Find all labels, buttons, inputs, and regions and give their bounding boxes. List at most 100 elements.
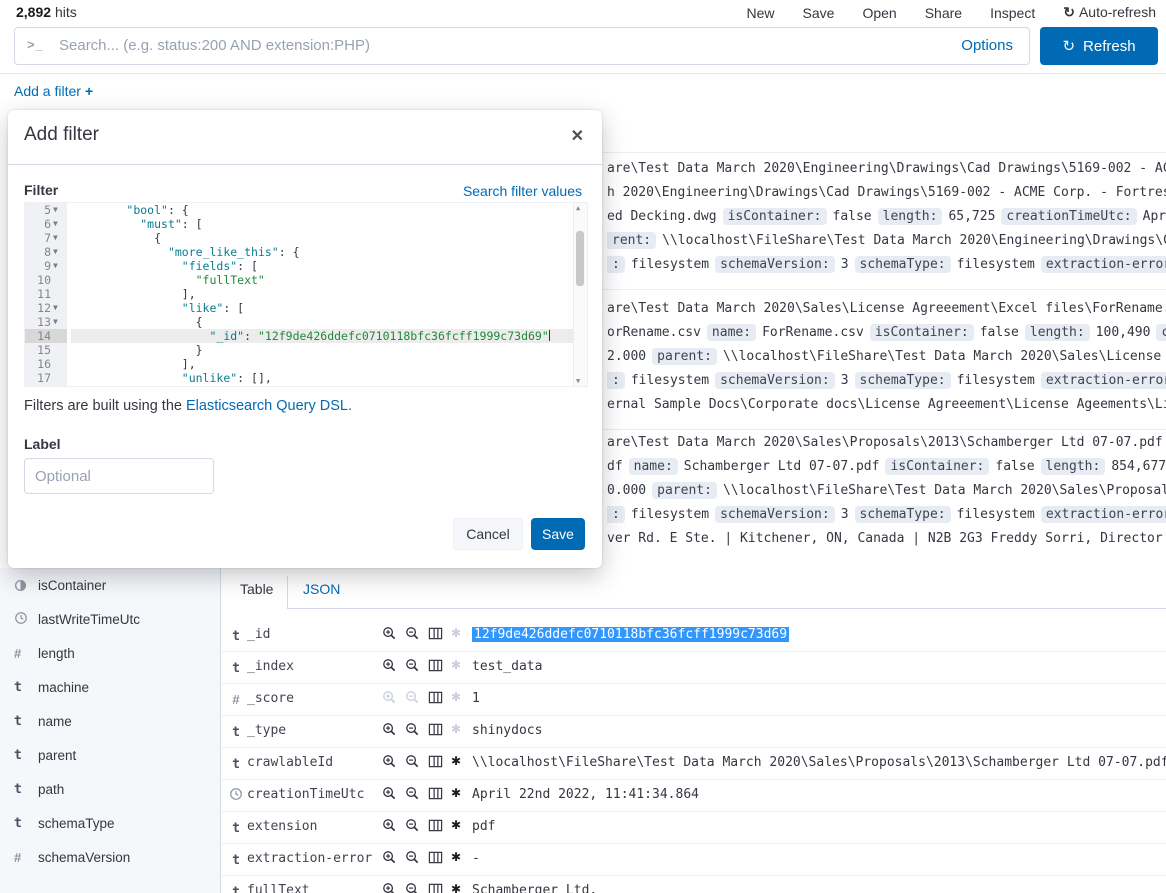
search-bar[interactable]: >_ Search... (e.g. status:200 AND extens… bbox=[14, 27, 1030, 65]
filter-label-input[interactable] bbox=[24, 458, 214, 494]
field-value-text: false bbox=[980, 325, 1019, 340]
filter-for-field-present-icon[interactable]: ✱ bbox=[451, 786, 465, 801]
filter-for-field-present-icon[interactable]: ✱ bbox=[451, 754, 465, 769]
toggle-column-icon[interactable] bbox=[428, 786, 443, 801]
editor-line-15[interactable]: 15 } bbox=[25, 343, 587, 357]
field-value-text: \\localhost\FileShare\Test Data March 20… bbox=[723, 349, 1166, 364]
filter-out-value-icon[interactable] bbox=[405, 850, 420, 865]
toggle-column-icon[interactable] bbox=[428, 754, 443, 769]
save-button[interactable]: Save bbox=[531, 518, 585, 550]
add-a-filter-link[interactable]: Add a filter+ bbox=[14, 83, 93, 99]
options-link[interactable]: Options bbox=[961, 37, 1013, 54]
editor-line-11[interactable]: 11 ], bbox=[25, 287, 587, 301]
cancel-button[interactable]: Cancel bbox=[453, 518, 523, 550]
sidebar-item-isContainer[interactable]: isContainer bbox=[0, 568, 220, 602]
filter-for-value-icon[interactable] bbox=[382, 818, 397, 833]
filter-for-field-present-icon[interactable]: ✱ bbox=[451, 722, 465, 737]
sidebar-item-machine[interactable]: tmachine bbox=[0, 670, 220, 704]
fold-arrow-icon[interactable]: ▼ bbox=[53, 301, 65, 315]
field-value: shinydocs bbox=[472, 723, 542, 738]
editor-line-8[interactable]: 8▼ "more_like_this": { bbox=[25, 245, 587, 259]
filter-out-value-icon bbox=[405, 690, 420, 705]
field-value-text: filesystem bbox=[957, 373, 1035, 388]
filter-out-value-icon[interactable] bbox=[405, 754, 420, 769]
fold-arrow-icon[interactable]: ▼ bbox=[53, 315, 65, 329]
editor-line-5[interactable]: 5▼ "bool": { bbox=[25, 203, 587, 217]
query-dsl-editor[interactable]: 5▼ "bool": {6▼ "must": [7▼ {8▼ "more_lik… bbox=[24, 202, 588, 387]
nav-new[interactable]: New bbox=[747, 5, 775, 21]
tab-json[interactable]: JSON bbox=[303, 581, 340, 597]
editor-line-6[interactable]: 6▼ "must": [ bbox=[25, 217, 587, 231]
text-field-icon: t bbox=[14, 816, 22, 831]
boolean-field-icon bbox=[14, 579, 38, 592]
elasticsearch-dsl-link[interactable]: Elasticsearch Query DSL. bbox=[186, 398, 352, 414]
editor-scrollbar[interactable]: ▲ ▼ bbox=[573, 203, 587, 386]
text-field-icon: t bbox=[232, 885, 240, 893]
filter-out-value-icon[interactable] bbox=[405, 786, 420, 801]
filter-for-value-icon[interactable] bbox=[382, 850, 397, 865]
fold-arrow-icon[interactable]: ▼ bbox=[53, 231, 65, 245]
toggle-column-icon[interactable] bbox=[428, 818, 443, 833]
nav-share[interactable]: Share bbox=[925, 5, 962, 21]
fold-arrow-icon[interactable]: ▼ bbox=[53, 259, 65, 273]
editor-line-13[interactable]: 13▼ { bbox=[25, 315, 587, 329]
scrollbar-thumb[interactable] bbox=[576, 231, 584, 286]
close-icon[interactable]: ✕ bbox=[571, 126, 584, 146]
filter-for-value-icon[interactable] bbox=[382, 754, 397, 769]
toggle-column-icon[interactable] bbox=[428, 850, 443, 865]
toggle-column-icon[interactable] bbox=[428, 722, 443, 737]
filter-for-value-icon[interactable] bbox=[382, 722, 397, 737]
sidebar-item-path[interactable]: tpath bbox=[0, 772, 220, 806]
filter-for-value-icon[interactable] bbox=[382, 658, 397, 673]
sidebar-item-length[interactable]: #length bbox=[0, 636, 220, 670]
filter-for-field-present-icon[interactable]: ✱ bbox=[451, 626, 465, 641]
toggle-column-icon[interactable] bbox=[428, 626, 443, 641]
sidebar-item-parent[interactable]: tparent bbox=[0, 738, 220, 772]
toggle-column-icon[interactable] bbox=[428, 690, 443, 705]
filter-for-field-present-icon[interactable]: ✱ bbox=[451, 850, 465, 865]
auto-refresh-button[interactable]: ↻Auto-refresh bbox=[1063, 4, 1156, 21]
row-actions: ✱ bbox=[382, 626, 465, 641]
tab-table[interactable]: Table bbox=[240, 581, 273, 597]
sidebar-item-schemaType[interactable]: tschemaType bbox=[0, 806, 220, 840]
filter-for-field-present-icon[interactable]: ✱ bbox=[451, 882, 465, 893]
filter-out-value-icon[interactable] bbox=[405, 882, 420, 893]
filter-out-value-icon[interactable] bbox=[405, 658, 420, 673]
editor-line-12[interactable]: 12▼ "like": [ bbox=[25, 301, 587, 315]
nav-inspect[interactable]: Inspect bbox=[990, 5, 1035, 21]
nav-open[interactable]: Open bbox=[862, 5, 896, 21]
scroll-down-icon[interactable]: ▼ bbox=[576, 377, 580, 385]
editor-line-10[interactable]: 10 "fullText" bbox=[25, 273, 587, 287]
editor-line-14[interactable]: 14 "_id": "12f9de426ddefc0710118bfc36fcf… bbox=[25, 329, 587, 343]
toggle-column-icon[interactable] bbox=[428, 658, 443, 673]
filter-for-value-icon[interactable] bbox=[382, 626, 397, 641]
filter-for-value-icon[interactable] bbox=[382, 786, 397, 801]
search-filter-values-link[interactable]: Search filter values bbox=[463, 183, 582, 199]
document-source-line: ernal Sample Docs\Corporate docs\License… bbox=[607, 393, 1166, 417]
sidebar-item-schemaVersion[interactable]: #schemaVersion bbox=[0, 840, 220, 874]
row-actions: ✱ bbox=[382, 722, 465, 737]
field-badge: length: bbox=[1041, 458, 1106, 475]
editor-line-16[interactable]: 16 ], bbox=[25, 357, 587, 371]
filter-for-field-present-icon[interactable]: ✱ bbox=[451, 658, 465, 673]
sidebar-item-name[interactable]: tname bbox=[0, 704, 220, 738]
search-input[interactable]: Search... (e.g. status:200 AND extension… bbox=[59, 37, 370, 54]
refresh-button[interactable]: ↻ Refresh bbox=[1040, 27, 1158, 65]
filter-out-value-icon[interactable] bbox=[405, 818, 420, 833]
fold-arrow-icon[interactable]: ▼ bbox=[53, 217, 65, 231]
field-name: fullText bbox=[247, 883, 310, 893]
editor-line-7[interactable]: 7▼ { bbox=[25, 231, 587, 245]
editor-line-17[interactable]: 17 "unlike": [], bbox=[25, 371, 587, 385]
scroll-up-icon[interactable]: ▲ bbox=[576, 204, 580, 212]
filter-for-field-present-icon[interactable]: ✱ bbox=[451, 690, 465, 705]
filter-out-value-icon[interactable] bbox=[405, 626, 420, 641]
filter-out-value-icon[interactable] bbox=[405, 722, 420, 737]
fold-arrow-icon[interactable]: ▼ bbox=[53, 245, 65, 259]
editor-line-9[interactable]: 9▼ "fields": [ bbox=[25, 259, 587, 273]
filter-for-value-icon[interactable] bbox=[382, 882, 397, 893]
filter-for-field-present-icon[interactable]: ✱ bbox=[451, 818, 465, 833]
sidebar-item-lastWriteTimeUtc[interactable]: lastWriteTimeUtc bbox=[0, 602, 220, 636]
fold-arrow-icon[interactable]: ▼ bbox=[53, 203, 65, 217]
toggle-column-icon[interactable] bbox=[428, 882, 443, 893]
nav-save[interactable]: Save bbox=[803, 5, 835, 21]
